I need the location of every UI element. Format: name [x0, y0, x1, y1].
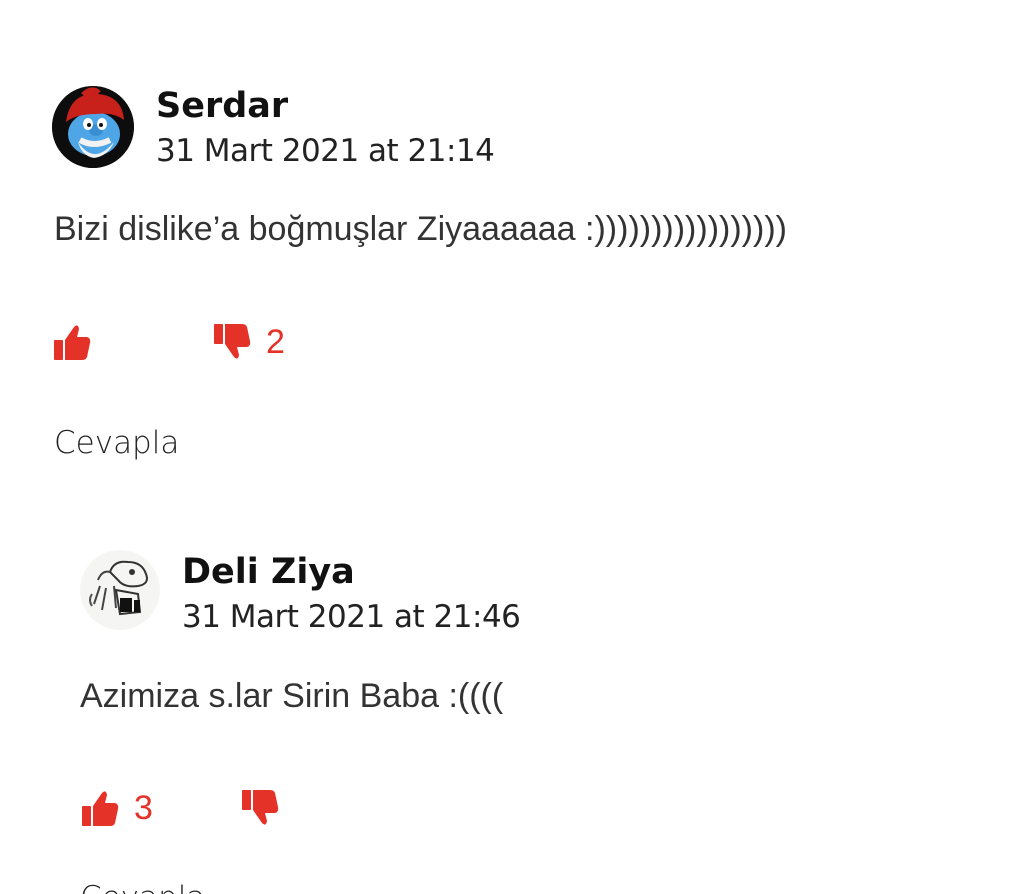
comment: Serdar 31 Mart 2021 at 21:14 Bizi dislik…	[0, 0, 1024, 480]
papa-smurf-icon	[52, 86, 134, 168]
comment-text: Azimiza s.lar Sirin Baba :((((	[80, 677, 504, 715]
thumbs-down-icon	[214, 324, 251, 359]
reply-link[interactable]: Cevapla	[54, 425, 179, 461]
dislike-count: 2	[266, 322, 285, 361]
dislike-button[interactable]	[240, 788, 294, 828]
comment-text: Bizi dislike’a boğmuşlar Ziyaaaaaa :))))…	[54, 210, 787, 248]
comment-date[interactable]: 31 Mart 2021 at 21:14	[156, 133, 495, 169]
thumbs-down-icon	[242, 790, 279, 825]
thumbs-up-icon	[82, 791, 119, 826]
reply-link[interactable]: Cevapla	[80, 880, 205, 894]
like-count: 3	[134, 788, 153, 827]
comment-author: Deli Ziya	[182, 552, 355, 592]
comment-author: Serdar	[156, 86, 289, 126]
sketch-character-icon	[80, 550, 160, 630]
comment-date[interactable]: 31 Mart 2021 at 21:46	[182, 599, 521, 635]
comment-reply: Deli Ziya 31 Mart 2021 at 21:46 Azimiza …	[0, 480, 1024, 894]
dislike-button[interactable]: 2	[212, 322, 285, 362]
thumbs-up-icon	[54, 325, 91, 360]
like-button[interactable]	[52, 322, 106, 362]
avatar[interactable]	[80, 550, 160, 630]
avatar[interactable]	[52, 86, 134, 168]
like-button[interactable]: 3	[80, 788, 153, 828]
